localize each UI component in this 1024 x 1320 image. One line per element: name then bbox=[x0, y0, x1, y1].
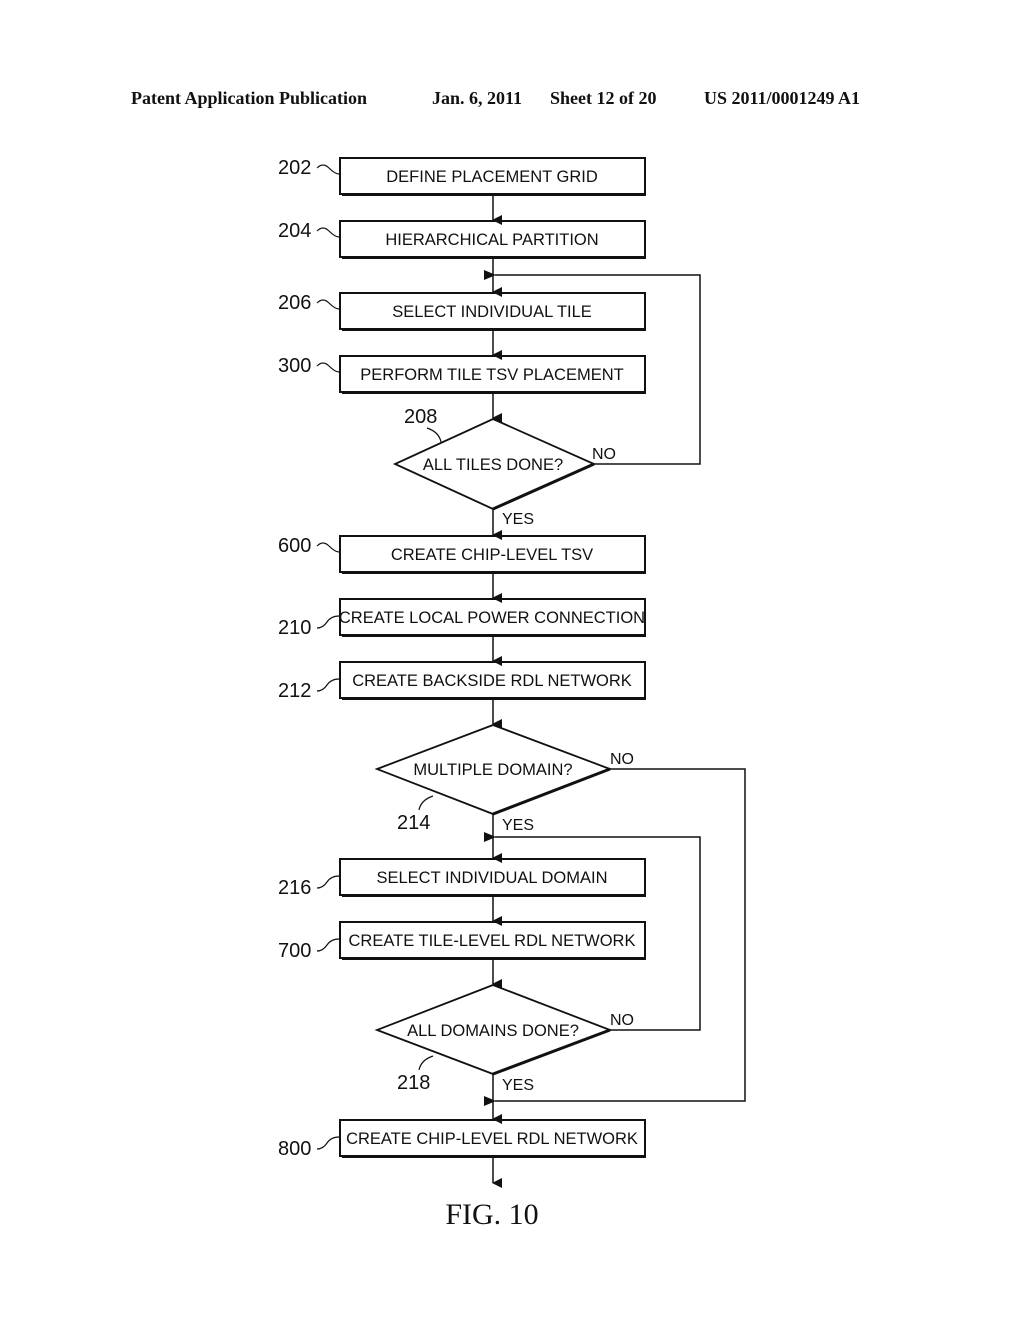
no-label: NO bbox=[610, 1012, 634, 1029]
yes-label: YES bbox=[502, 511, 534, 528]
leader-line bbox=[316, 615, 340, 629]
step-202: DEFINE PLACEMENT GRID 202 bbox=[278, 157, 646, 196]
decision-text: MULTIPLE DOMAIN? bbox=[413, 761, 572, 779]
step-300: PERFORM TILE TSV PLACEMENT 300 bbox=[278, 355, 646, 394]
step-204: HIERARCHICAL PARTITION 204 bbox=[278, 220, 646, 259]
step-206: SELECT INDIVIDUAL TILE 206 bbox=[278, 292, 646, 331]
decision-208: ALL TILES DONE? 208 NO YES bbox=[392, 406, 616, 528]
leader-line bbox=[316, 678, 340, 692]
ref-label: 212 bbox=[278, 680, 311, 702]
ref-label: 700 bbox=[278, 940, 311, 962]
step-text: CREATE CHIP-LEVEL TSV bbox=[391, 546, 593, 564]
step-210: CREATE LOCAL POWER CONNECTION 210 bbox=[278, 598, 646, 639]
leader-line bbox=[316, 938, 340, 952]
step-text: SELECT INDIVIDUAL TILE bbox=[392, 303, 592, 321]
leader-line bbox=[316, 227, 340, 238]
step-text: HIERARCHICAL PARTITION bbox=[385, 231, 598, 249]
leader-line bbox=[418, 795, 434, 811]
ref-label: 210 bbox=[278, 617, 311, 639]
step-text: PERFORM TILE TSV PLACEMENT bbox=[360, 366, 623, 384]
leader-line bbox=[316, 362, 340, 373]
yes-label: YES bbox=[502, 817, 534, 834]
step-text: CREATE TILE-LEVEL RDL NETWORK bbox=[349, 932, 636, 950]
ref-label: 204 bbox=[278, 220, 311, 242]
yes-label: YES bbox=[502, 1077, 534, 1094]
decision-214: MULTIPLE DOMAIN? 214 NO YES bbox=[374, 724, 634, 834]
figure-label: FIG. 10 bbox=[445, 1198, 538, 1231]
leader-line bbox=[316, 299, 340, 310]
leader-line bbox=[316, 164, 340, 175]
step-800: CREATE CHIP-LEVEL RDL NETWORK 800 bbox=[278, 1119, 646, 1160]
ref-label: 208 bbox=[404, 406, 437, 428]
no-label: NO bbox=[592, 446, 616, 463]
leader-line bbox=[316, 875, 340, 889]
step-text: DEFINE PLACEMENT GRID bbox=[386, 168, 598, 186]
leader-line bbox=[316, 542, 340, 553]
ref-label: 600 bbox=[278, 535, 311, 557]
step-600: CREATE CHIP-LEVEL TSV 600 bbox=[278, 535, 646, 574]
step-216: SELECT INDIVIDUAL DOMAIN 216 bbox=[278, 858, 646, 899]
step-text: SELECT INDIVIDUAL DOMAIN bbox=[376, 869, 607, 887]
step-text: CREATE CHIP-LEVEL RDL NETWORK bbox=[346, 1130, 638, 1148]
step-212: CREATE BACKSIDE RDL NETWORK 212 bbox=[278, 661, 646, 702]
ref-label: 218 bbox=[397, 1072, 430, 1094]
leader-line bbox=[418, 1055, 434, 1071]
ref-label: 202 bbox=[278, 157, 311, 179]
ref-label: 214 bbox=[397, 812, 430, 834]
step-700: CREATE TILE-LEVEL RDL NETWORK 700 bbox=[278, 921, 646, 962]
leader-line bbox=[316, 1136, 340, 1150]
ref-label: 216 bbox=[278, 877, 311, 899]
step-text: CREATE BACKSIDE RDL NETWORK bbox=[352, 672, 632, 690]
flowchart: DEFINE PLACEMENT GRID 202 HIERARCHICAL P… bbox=[278, 157, 746, 1231]
ref-label: 300 bbox=[278, 355, 311, 377]
step-text: CREATE LOCAL POWER CONNECTION bbox=[339, 609, 645, 627]
decision-218: ALL DOMAINS DONE? 218 NO YES bbox=[374, 984, 634, 1094]
no-label: NO bbox=[610, 751, 634, 768]
leader-line bbox=[426, 427, 442, 443]
decision-text: ALL DOMAINS DONE? bbox=[407, 1022, 579, 1040]
ref-label: 800 bbox=[278, 1138, 311, 1160]
decision-text: ALL TILES DONE? bbox=[423, 456, 563, 474]
ref-label: 206 bbox=[278, 292, 311, 314]
